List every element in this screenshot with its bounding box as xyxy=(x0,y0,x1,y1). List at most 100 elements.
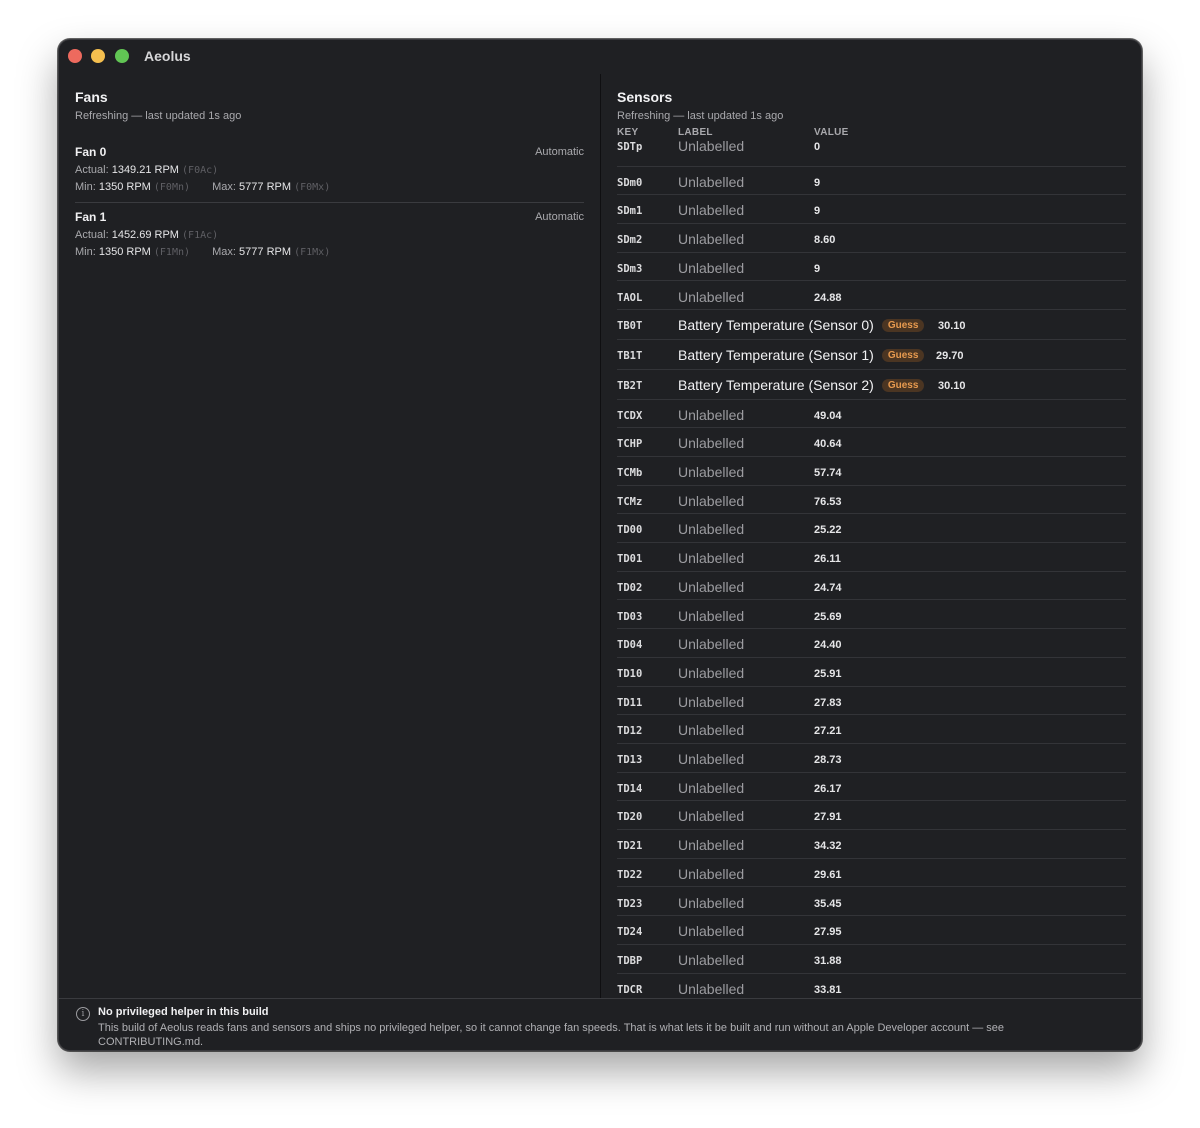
sensor-row[interactable]: TB0T Battery Temperature (Sensor 0) Guess 3… xyxy=(617,310,1126,340)
sensor-row[interactable]: TD01 Unlabelled 26.11 xyxy=(617,543,1126,572)
sensor-value: 26.11 xyxy=(814,553,841,566)
min-value: 1350 RPM xyxy=(98,246,151,258)
sensor-row[interactable]: TD02 Unlabelled 24.74 xyxy=(617,572,1126,601)
max-key: (F0Mx) xyxy=(294,182,331,193)
actual-label: Actual: xyxy=(75,229,109,241)
min-key: (F1Mn) xyxy=(153,247,191,258)
sensor-value: 57.74 xyxy=(814,467,842,479)
fans-status: Refreshing — last updated 1s ago xyxy=(75,110,242,122)
sensor-label-text: Unlabelled xyxy=(678,202,745,219)
sensor-row[interactable]: TD04 Unlabelled 24.40 xyxy=(617,629,1126,658)
sensor-value: 24.40 xyxy=(814,639,842,652)
sensor-row[interactable]: TCMb Unlabelled 57.74 xyxy=(617,457,1126,486)
sensor-row[interactable]: TD22 Unlabelled 29.61 xyxy=(617,859,1126,888)
sensor-label-text: Unlabelled xyxy=(678,837,745,854)
sensor-key: TD12 xyxy=(617,725,643,738)
sensor-label: Unlabelled xyxy=(678,464,744,480)
actual-label: Actual: xyxy=(75,164,109,176)
column-header-key[interactable]: KEY xyxy=(617,127,638,138)
sensor-label: Unlabelled xyxy=(678,138,744,154)
sensor-value: 27.21 xyxy=(814,725,842,738)
minimize-window-button[interactable] xyxy=(91,49,105,63)
sensor-label: Unlabelled xyxy=(678,521,744,537)
sensor-row[interactable]: TD13 Unlabelled 28.73 xyxy=(617,744,1126,773)
actual-key: (F1Ac) xyxy=(182,230,219,241)
sensor-row[interactable]: TD14 Unlabelled 26.17 xyxy=(617,773,1126,802)
sensor-row[interactable]: SDm3 Unlabelled 9 xyxy=(617,253,1126,282)
fan-actual-line: Actual: 1452.69 RPM (F1Ac) xyxy=(75,229,218,241)
sensor-value: 26.17 xyxy=(814,782,842,795)
sensor-row[interactable]: TD10 Unlabelled 25.91 xyxy=(617,658,1126,687)
guess-badge: Guess xyxy=(881,319,925,333)
sensor-row[interactable]: SDm1 Unlabelled 9 xyxy=(617,195,1126,225)
sensor-label-text: Unlabelled xyxy=(678,550,745,567)
sensor-label-text: Unlabelled xyxy=(678,923,745,940)
sensor-value: 34.32 xyxy=(814,840,842,853)
sensor-key: SDm3 xyxy=(617,262,643,275)
column-header-value[interactable]: VALUE xyxy=(814,127,849,138)
fan-mode: Automatic xyxy=(535,146,584,158)
sensor-row[interactable]: TD11 Unlabelled 27.83 xyxy=(617,687,1126,716)
sensor-row[interactable]: SDm0 Unlabelled 9 xyxy=(617,167,1126,196)
sensor-row[interactable]: TD03 Unlabelled 25.69 xyxy=(617,601,1126,630)
sensor-label: Unlabelled xyxy=(678,231,744,247)
sensor-row[interactable]: TD21 Unlabelled 34.32 xyxy=(617,830,1126,859)
sensor-value: 30.10 xyxy=(938,320,966,333)
sensor-row[interactable]: TCDX Unlabelled 49.04 xyxy=(617,400,1126,429)
sensor-key: TB2T xyxy=(617,379,643,392)
sensors-status: Refreshing — last updated 1s ago xyxy=(617,110,784,122)
sensor-value: 25.91 xyxy=(814,667,842,680)
sensor-key: TD02 xyxy=(617,581,643,594)
sensor-value: 27.91 xyxy=(814,811,842,824)
sensor-label: Unlabelled xyxy=(678,636,744,652)
actual-value: 1349.21 RPM xyxy=(111,164,179,176)
column-header-label[interactable]: LABEL xyxy=(678,127,713,138)
sensor-key: TDCR xyxy=(617,983,643,996)
sensor-value: 40.64 xyxy=(814,438,842,451)
title-bar[interactable]: Aeolus xyxy=(59,40,1141,74)
sensor-value: 0 xyxy=(814,141,821,153)
sensor-value: 27.83 xyxy=(814,696,842,709)
sensor-row[interactable]: TD20 Unlabelled 27.91 xyxy=(617,801,1126,831)
sensor-label: Unlabelled xyxy=(678,435,744,451)
sensor-label: Unlabelled xyxy=(678,981,744,997)
fan-row: Fan 0 Automatic Actual: 1349.21 RPM (F0A… xyxy=(75,145,584,197)
sensor-key: TB0T xyxy=(617,320,643,333)
sensor-label-text: Unlabelled xyxy=(678,173,745,190)
close-window-button[interactable] xyxy=(68,49,82,63)
sensor-row[interactable]: TB1T Battery Temperature (Sensor 1) Guess 2… xyxy=(617,340,1126,370)
app-window: Aeolus Fans Refreshing — last updated 1s… xyxy=(58,39,1142,1051)
sensor-row[interactable]: SDm2 Unlabelled 8.60 xyxy=(617,224,1126,253)
sensor-label-text: Unlabelled xyxy=(678,406,745,423)
sensor-label: Unlabelled xyxy=(678,751,744,767)
sensor-label: Unlabelled xyxy=(678,923,744,939)
sensor-key: TD11 xyxy=(617,696,643,709)
sensor-value: 8.60 xyxy=(814,234,836,247)
sensor-label-text: Battery Temperature (Sensor 0) xyxy=(678,317,874,334)
sensor-label: Unlabelled xyxy=(678,202,744,218)
sensor-label: Unlabelled xyxy=(678,808,744,824)
sensor-value: 28.73 xyxy=(814,754,842,766)
sensor-label-text: Unlabelled xyxy=(678,894,745,911)
sensor-label-text: Unlabelled xyxy=(678,288,745,305)
sensor-row[interactable]: SDTp Unlabelled 0 xyxy=(617,138,1126,167)
sensor-row[interactable]: TDBP Unlabelled 31.88 xyxy=(617,945,1126,974)
sensor-key: TD10 xyxy=(617,667,643,680)
sensor-value: 9 xyxy=(814,205,821,218)
sensor-value: 76.53 xyxy=(814,495,842,508)
sensor-value: 25.69 xyxy=(814,610,842,623)
sensor-row[interactable]: TCHP Unlabelled 40.64 xyxy=(617,428,1126,457)
max-label: Max: xyxy=(212,246,236,258)
sensor-row[interactable]: TD24 Unlabelled 27.95 xyxy=(617,916,1126,945)
sensor-row[interactable]: TD23 Unlabelled 35.45 xyxy=(617,888,1126,917)
sensor-label: Unlabelled xyxy=(678,895,744,911)
sensor-row[interactable]: TD12 Unlabelled 27.21 xyxy=(617,715,1126,744)
sensor-row[interactable]: TAOL Unlabelled 24.88 xyxy=(617,282,1126,311)
sensor-value: 49.04 xyxy=(814,409,842,422)
sensor-row[interactable]: TCMz Unlabelled 76.53 xyxy=(617,486,1126,515)
sensor-row[interactable]: TB2T Battery Temperature (Sensor 2) Guess 3… xyxy=(617,370,1126,400)
fan-actual-line: Actual: 1349.21 RPM (F0Ac) xyxy=(75,164,218,176)
sensor-row[interactable]: TD00 Unlabelled 25.22 xyxy=(617,514,1126,544)
sensor-label-text: Unlabelled xyxy=(678,980,745,997)
zoom-window-button[interactable] xyxy=(115,49,129,63)
